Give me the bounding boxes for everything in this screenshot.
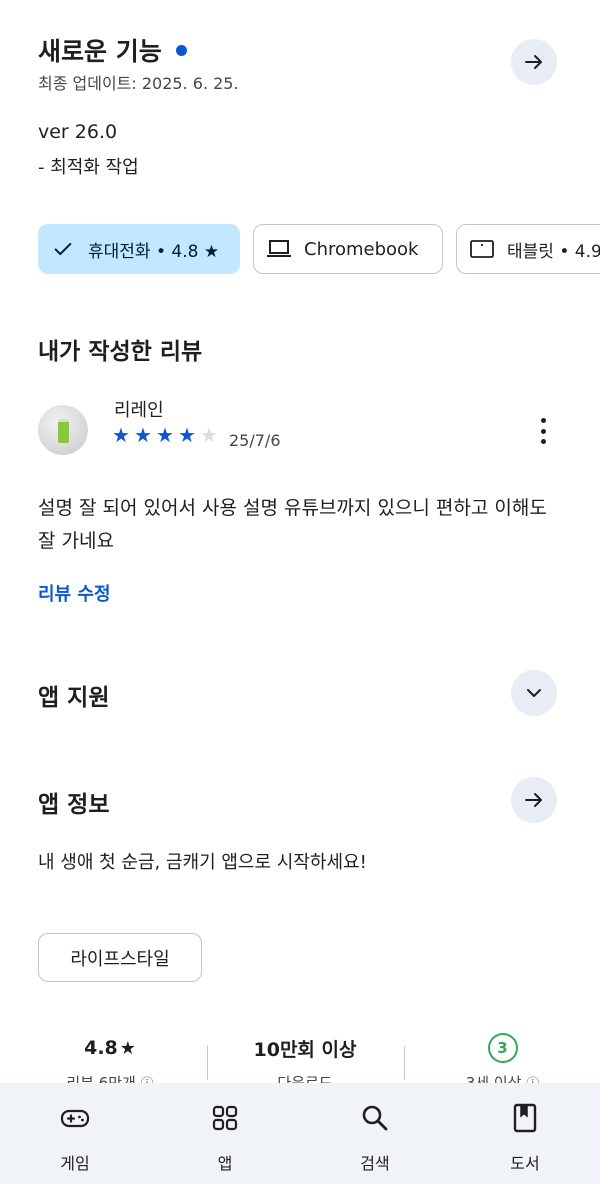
nav-label-apps: 앱 (217, 1154, 233, 1173)
check-icon (54, 242, 72, 256)
more-options-icon[interactable] (530, 414, 556, 448)
device-chip-label: 태블릿 • 4.9 (507, 241, 600, 262)
device-chip-phone[interactable]: 휴대전화 • 4.8 ★ (38, 224, 240, 274)
review-text: 설명 잘 되어 있어서 사용 설명 유튜브까지 있으니 편하고 이해도 잘 가네… (38, 497, 547, 552)
age-rating-badge: 3 (487, 1033, 518, 1063)
category-chip[interactable]: 라이프스타일 (38, 933, 202, 982)
star-filled-icon: ★ (134, 423, 152, 447)
edit-review-link[interactable]: 리뷰 수정 (38, 580, 111, 606)
whats-new-arrow-button[interactable] (511, 39, 557, 85)
app-support-title: 앱 지원 (38, 685, 110, 711)
app-description: 내 생애 첫 순금, 금캐기 앱으로 시작하세요! (38, 852, 367, 873)
divider (404, 1046, 405, 1080)
star-rating: ★ ★ ★ ★ ★ (112, 425, 222, 445)
last-update-date: 최종 업데이트: 2025. 6. 25. (38, 74, 239, 93)
version-text: ver 26.0 (38, 121, 118, 143)
star-filled-icon: ★ (112, 423, 130, 447)
avatar-image (58, 419, 69, 443)
downloads-value: 10만회 이상 (253, 1038, 357, 1061)
nav-item-apps[interactable]: 앱 (165, 1083, 285, 1184)
star-filled-icon: ★ (178, 423, 196, 447)
app-support-expand-button[interactable] (511, 670, 557, 716)
laptop-icon (267, 240, 291, 257)
search-icon (362, 1105, 388, 1131)
nav-item-books[interactable]: 도서 (465, 1083, 585, 1184)
rating-value: 4.8 (84, 1037, 118, 1059)
device-chip-label: 휴대전화 • 4.8 ★ (88, 241, 220, 262)
app-info-title: 앱 정보 (38, 792, 110, 818)
nav-label-games: 게임 (60, 1154, 90, 1173)
whats-new-title-text: 새로운 기능 (38, 37, 162, 66)
new-indicator-dot (175, 44, 187, 56)
book-icon (513, 1103, 537, 1133)
tablet-icon (470, 240, 494, 258)
star-empty-icon: ★ (200, 423, 218, 447)
nav-item-search[interactable]: 검색 (315, 1083, 435, 1184)
nav-label-books: 도서 (510, 1154, 540, 1173)
app-info-arrow-button[interactable] (511, 777, 557, 823)
star-icon: ★ (119, 1037, 136, 1059)
gamepad-icon (60, 1109, 90, 1128)
arrow-right-icon (525, 55, 542, 69)
divider (207, 1046, 208, 1080)
review-date: 25/7/6 (229, 431, 281, 450)
nav-label-search: 검색 (360, 1154, 390, 1173)
arrow-right-icon (525, 793, 542, 807)
avatar (38, 405, 88, 455)
bottom-navigation: 게임 앱 검색 도서 (0, 1083, 600, 1184)
chevron-down-icon (527, 689, 541, 697)
release-note: - 최적화 작업 (38, 157, 139, 178)
reviewer-name: 리레인 (114, 400, 164, 421)
apps-grid-icon (212, 1105, 238, 1131)
device-chip-chromebook[interactable]: Chromebook (253, 224, 443, 274)
star-filled-icon: ★ (156, 423, 174, 447)
my-review-title: 내가 작성한 리뷰 (38, 339, 203, 365)
whats-new-title: 새로운 기능 (38, 32, 187, 68)
nav-item-games[interactable]: 게임 (15, 1083, 135, 1184)
device-chip-label: Chromebook (304, 238, 419, 260)
device-chip-tablet[interactable]: 태블릿 • 4.9 (456, 224, 600, 274)
